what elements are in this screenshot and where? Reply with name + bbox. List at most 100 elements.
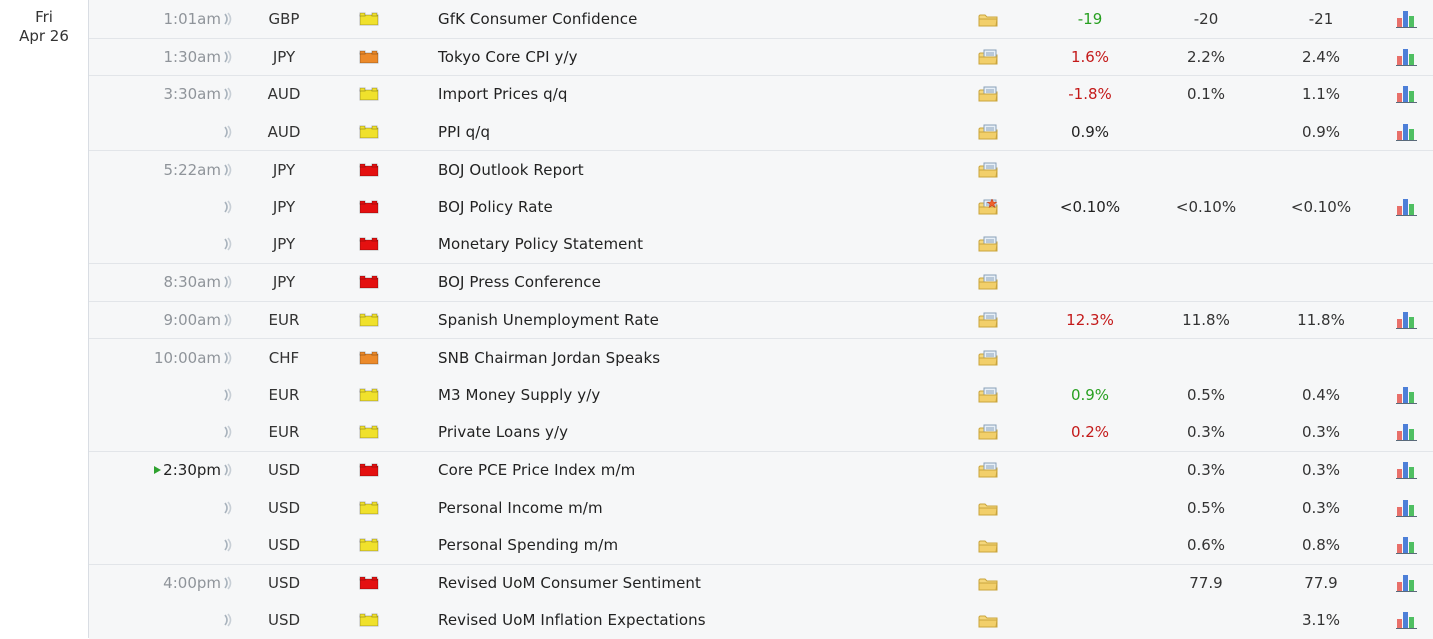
bar-chart-icon[interactable] [1394, 76, 1420, 113]
event-forecast: 0.6% [1150, 526, 1262, 564]
event-actual: -19 [1034, 0, 1146, 38]
folder-icon[interactable] [975, 565, 1001, 602]
speaker-wave-icon[interactable] [218, 376, 238, 414]
speaker-wave-icon[interactable] [218, 602, 238, 639]
folder-icon[interactable] [975, 0, 1001, 38]
event-row[interactable]: USDPersonal Income m/m0.5%0.3% [89, 489, 1433, 527]
event-row[interactable]: 5:22amJPYBOJ Outlook Report [89, 150, 1433, 188]
event-actual [1034, 565, 1146, 602]
event-title[interactable]: Revised UoM Inflation Expectations [438, 602, 978, 639]
speaker-wave-icon[interactable] [218, 226, 238, 264]
folder-doc-icon[interactable] [975, 339, 1001, 376]
speaker-wave-icon[interactable] [218, 113, 238, 151]
event-row[interactable]: 3:30amAUDImport Prices q/q-1.8%0.1%1.1% [89, 75, 1433, 113]
folder-doc-icon[interactable] [975, 302, 1001, 339]
bar-chart-icon[interactable] [1394, 565, 1420, 602]
event-row[interactable]: 1:01amGBPGfK Consumer Confidence-19-20-2… [89, 0, 1433, 38]
folder-doc-icon[interactable] [975, 226, 1001, 264]
bar-chart-icon[interactable] [1394, 414, 1420, 452]
speaker-wave-icon[interactable] [218, 526, 238, 564]
event-actual [1034, 264, 1146, 301]
event-previous [1265, 226, 1377, 264]
speaker-wave-icon[interactable] [218, 0, 238, 38]
date-day: Apr 26 [0, 27, 88, 45]
event-title[interactable]: Private Loans y/y [438, 414, 978, 452]
bar-chart-icon[interactable] [1394, 489, 1420, 527]
event-time: 3:30am [89, 76, 221, 113]
event-row[interactable]: EURPrivate Loans y/y0.2%0.3%0.3% [89, 414, 1433, 452]
event-row[interactable]: 9:00amEURSpanish Unemployment Rate12.3%1… [89, 301, 1433, 339]
event-title[interactable]: Spanish Unemployment Rate [438, 302, 978, 339]
event-forecast: 0.3% [1150, 452, 1262, 489]
event-title[interactable]: Revised UoM Consumer Sentiment [438, 565, 978, 602]
bar-chart-icon[interactable] [1394, 376, 1420, 414]
event-title[interactable]: Personal Spending m/m [438, 526, 978, 564]
event-title[interactable]: Core PCE Price Index m/m [438, 452, 978, 489]
event-row[interactable]: 2:30pmUSDCore PCE Price Index m/m0.3%0.3… [89, 451, 1433, 489]
event-title[interactable]: M3 Money Supply y/y [438, 376, 978, 414]
bar-chart-icon[interactable] [1394, 39, 1420, 76]
event-title[interactable]: BOJ Press Conference [438, 264, 978, 301]
event-title[interactable]: GfK Consumer Confidence [438, 0, 978, 38]
event-title[interactable]: Personal Income m/m [438, 489, 978, 527]
event-forecast [1150, 113, 1262, 151]
event-title[interactable]: Import Prices q/q [438, 76, 978, 113]
event-row[interactable]: USDRevised UoM Inflation Expectations3.1… [89, 602, 1433, 639]
folder-doc-icon[interactable] [975, 39, 1001, 76]
event-row[interactable]: USDPersonal Spending m/m0.6%0.8% [89, 526, 1433, 564]
event-previous: 77.9 [1265, 565, 1377, 602]
speaker-wave-icon[interactable] [218, 188, 238, 226]
speaker-wave-icon[interactable] [218, 302, 238, 339]
event-row[interactable]: 10:00amCHFSNB Chairman Jordan Speaks [89, 338, 1433, 376]
event-forecast [1150, 602, 1262, 639]
folder-doc-icon[interactable] [975, 452, 1001, 489]
speaker-wave-icon[interactable] [218, 489, 238, 527]
folder-doc-icon[interactable] [975, 151, 1001, 188]
event-row[interactable]: 8:30amJPYBOJ Press Conference [89, 263, 1433, 301]
bar-chart-icon[interactable] [1394, 526, 1420, 564]
folder-doc-icon[interactable] [975, 76, 1001, 113]
speaker-wave-icon[interactable] [218, 39, 238, 76]
bar-chart-icon[interactable] [1394, 302, 1420, 339]
speaker-wave-icon[interactable] [218, 414, 238, 452]
event-row[interactable]: JPY Monetary Policy Statement [89, 226, 1433, 264]
folder-doc-icon[interactable] [975, 264, 1001, 301]
folder-icon[interactable] [975, 526, 1001, 564]
bar-chart-icon[interactable] [1394, 188, 1420, 226]
event-time-label: 8:30am [164, 273, 222, 291]
impact-low-icon [359, 76, 379, 113]
event-title[interactable]: PPI q/q [438, 113, 978, 151]
bar-chart-icon[interactable] [1394, 602, 1420, 639]
speaker-wave-icon[interactable] [218, 565, 238, 602]
folder-icon[interactable] [975, 489, 1001, 527]
event-row[interactable]: EURM3 Money Supply y/y0.9%0.5%0.4% [89, 376, 1433, 414]
folder-doc-icon[interactable] [975, 113, 1001, 151]
event-forecast [1150, 226, 1262, 264]
bar-chart-icon[interactable] [1394, 113, 1420, 151]
event-previous [1265, 151, 1377, 188]
folder-star-icon[interactable] [975, 188, 1001, 226]
event-time-label: 2:30pm [163, 461, 221, 479]
bar-chart-icon[interactable] [1394, 452, 1420, 489]
folder-icon[interactable] [975, 602, 1001, 639]
folder-doc-icon[interactable] [975, 376, 1001, 414]
event-row[interactable]: AUDPPI q/q0.9%0.9% [89, 113, 1433, 151]
speaker-wave-icon[interactable] [218, 151, 238, 188]
event-currency: JPY [249, 226, 319, 264]
event-previous: 0.3% [1265, 414, 1377, 452]
event-title[interactable]: Tokyo Core CPI y/y [438, 39, 978, 76]
speaker-wave-icon[interactable] [218, 76, 238, 113]
event-row[interactable]: JPYBOJ Policy Rate<0.10%<0.10%<0.10% [89, 188, 1433, 226]
event-title[interactable]: SNB Chairman Jordan Speaks [438, 339, 978, 376]
event-title[interactable]: BOJ Outlook Report [438, 151, 978, 188]
event-title[interactable]: Monetary Policy Statement [438, 226, 978, 264]
event-title[interactable]: BOJ Policy Rate [438, 188, 978, 226]
speaker-wave-icon[interactable] [218, 264, 238, 301]
speaker-wave-icon[interactable] [218, 339, 238, 376]
event-row[interactable]: 1:30amJPYTokyo Core CPI y/y1.6%2.2%2.4% [89, 38, 1433, 76]
folder-doc-icon[interactable] [975, 414, 1001, 452]
event-previous: 0.9% [1265, 113, 1377, 151]
bar-chart-icon[interactable] [1394, 0, 1420, 38]
event-row[interactable]: 4:00pmUSDRevised UoM Consumer Sentiment7… [89, 564, 1433, 602]
speaker-wave-icon[interactable] [218, 452, 238, 489]
